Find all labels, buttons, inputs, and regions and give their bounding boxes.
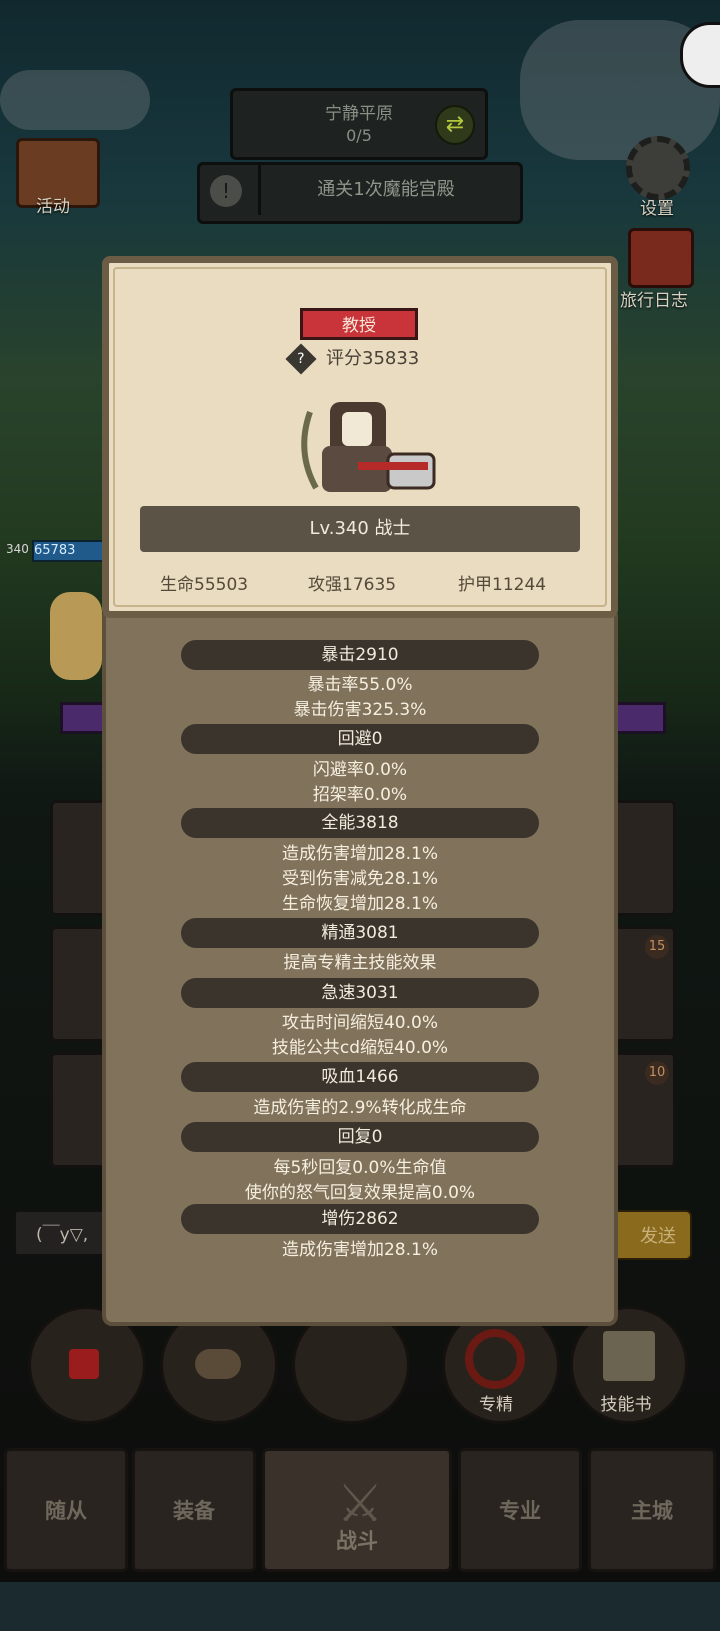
title-badge[interactable]: 教授 [300, 308, 418, 340]
travel-log-label: 旅行日志 [620, 291, 688, 311]
stack-count-badge: 15 [645, 935, 669, 959]
section-header-haste: 急速3031 [181, 978, 539, 1008]
hero-hp-bar: 65783 [32, 540, 106, 562]
section-header-crit: 暴击2910 [181, 640, 539, 670]
section-header-lifesteal: 吸血1466 [181, 1062, 539, 1092]
section-header-evasion: 回避0 [181, 724, 539, 754]
stat-line: 闪避率0.0% [312, 760, 408, 780]
stat-line: 造成伤害的2.9%转化成生命 [253, 1098, 467, 1118]
quest-text: 通关1次魔能宫殿 [258, 165, 511, 215]
stat-line: 受到伤害减免28.1% [281, 869, 438, 889]
activity-label: 活动 [36, 197, 70, 217]
tab-main-city[interactable]: 主城 [588, 1448, 716, 1572]
swap-stage-icon[interactable]: ⇄ [435, 105, 475, 145]
score-value: 评分35833 [326, 348, 420, 369]
skill-book-label: 技能书 [600, 1395, 652, 1415]
tab-profession[interactable]: 专业 [458, 1448, 582, 1572]
tab-followers[interactable]: 随从 [4, 1448, 128, 1572]
specialization-icon [465, 1329, 525, 1389]
section-header-mastery: 精通3081 [181, 918, 539, 948]
crossed-swords-icon: ⚔ [336, 1474, 384, 1534]
section-header-versatility: 全能3818 [181, 808, 539, 838]
hero-level: 340 [6, 542, 29, 556]
gear-icon[interactable] [626, 136, 690, 200]
help-icon[interactable]: ? [285, 343, 317, 375]
skill-book-icon [603, 1331, 655, 1381]
armor-stat: 护甲11244 [458, 575, 547, 595]
tab-equipment[interactable]: 装备 [132, 1448, 256, 1572]
stat-line: 提高专精主技能效果 [283, 953, 437, 973]
quest-box[interactable]: ! 通关1次魔能宫殿 [197, 162, 523, 224]
stat-line: 生命恢复增加28.1% [281, 894, 438, 914]
potion-icon [69, 1349, 99, 1379]
specialization-label: 专精 [479, 1395, 513, 1415]
travel-log-book-icon[interactable] [628, 228, 694, 288]
bread-icon [195, 1349, 241, 1379]
warrior-character-portrait [301, 402, 436, 492]
settings-label: 设置 [640, 199, 674, 219]
stat-line: 使你的怒气回复效果提高0.0% [244, 1183, 476, 1203]
stat-line: 每5秒回复0.0%生命值 [273, 1158, 447, 1178]
stack-count-badge: 10 [645, 1061, 669, 1085]
score-row: ? 评分35833 [285, 343, 420, 375]
attack-stat: 攻强17635 [308, 575, 397, 595]
exclamation-icon: ! [210, 175, 242, 207]
stat-line: 造成伤害增加28.1% [281, 1240, 438, 1260]
level-class-bar: Lv.340 战士 [140, 506, 580, 552]
hp-stat: 生命55503 [160, 575, 249, 595]
stat-line: 暴击率55.0% [307, 675, 413, 695]
stage-selector[interactable]: 宁静平原 0/5 ⇄ [230, 88, 488, 160]
stat-line: 招架率0.0% [312, 785, 408, 805]
stat-line: 技能公共cd缩短40.0% [271, 1038, 449, 1058]
section-header-recovery: 回复0 [181, 1122, 539, 1152]
hero-sprite [50, 592, 102, 680]
section-header-damage-bonus: 增伤2862 [181, 1204, 539, 1234]
stat-line: 暴击伤害325.3% [293, 700, 427, 720]
stat-line: 攻击时间缩短40.0% [281, 1013, 438, 1033]
stat-line: 造成伤害增加28.1% [281, 844, 438, 864]
tab-battle[interactable]: ⚔ 战斗 [262, 1448, 452, 1572]
